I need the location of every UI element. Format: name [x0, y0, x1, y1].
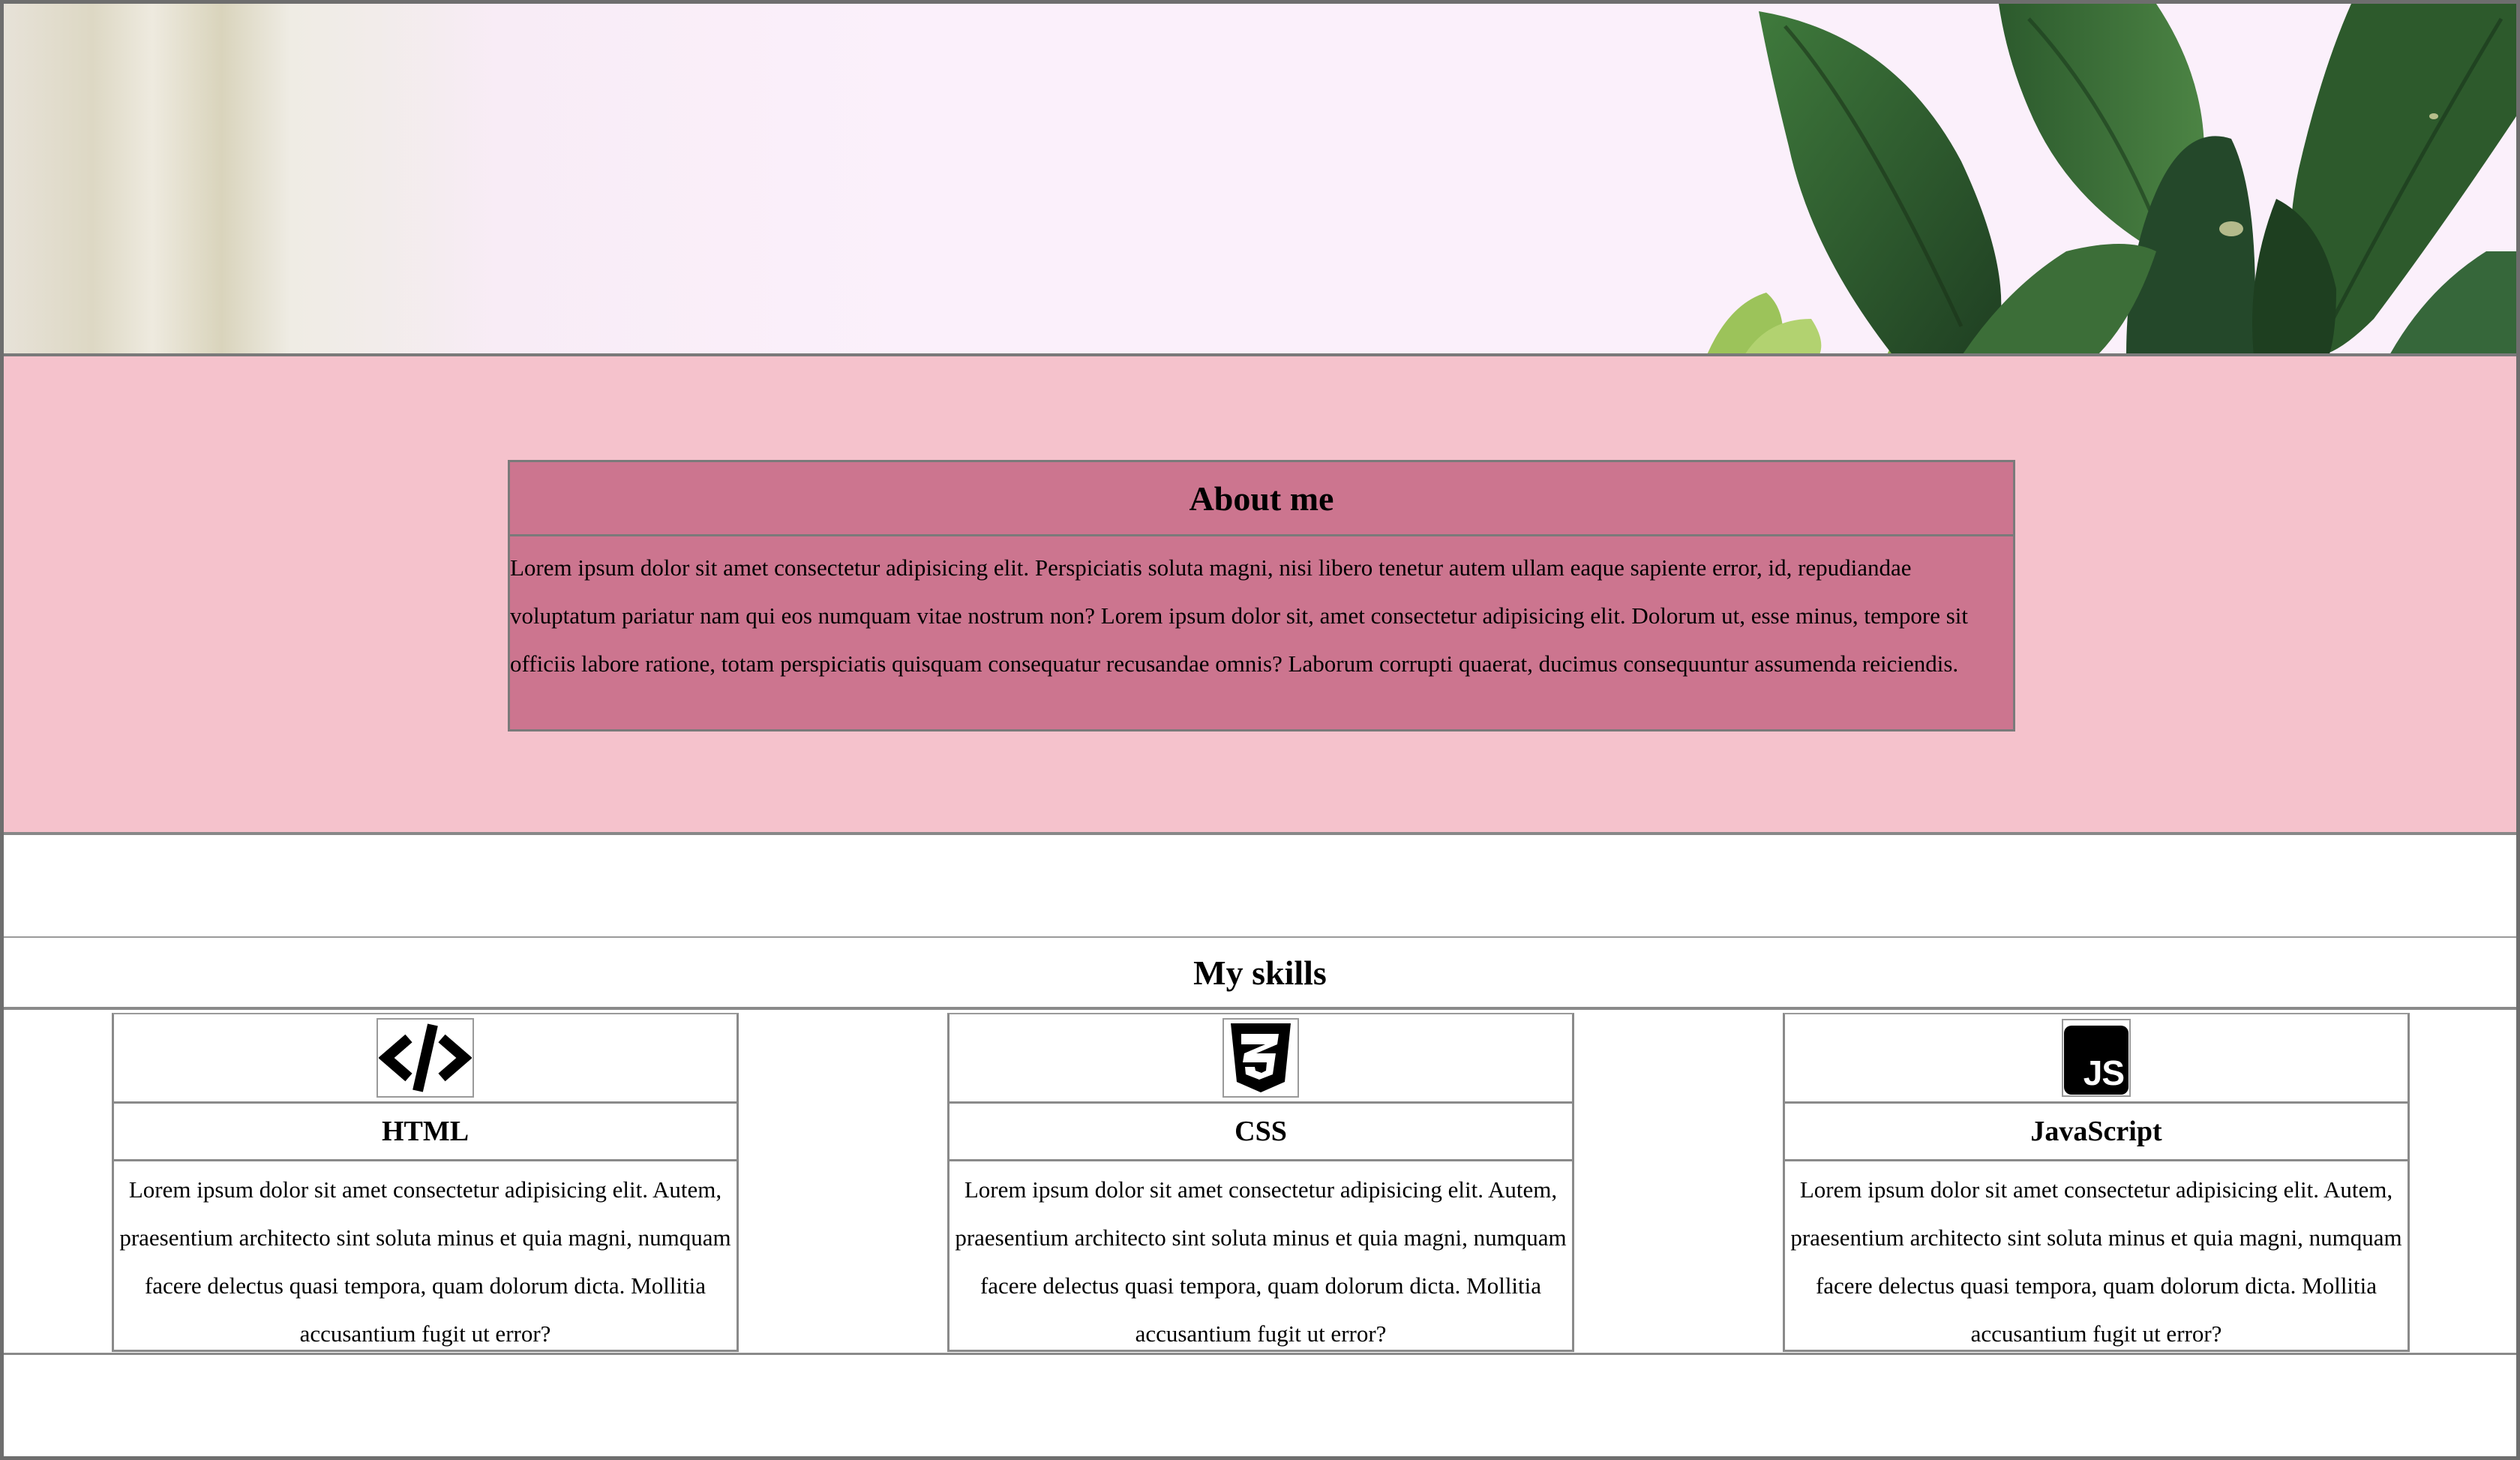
skill-card-javascript: JS JavaScript Lorem ipsum dolor sit amet…	[1783, 1013, 2410, 1352]
javascript-icon-label: JS	[2083, 1053, 2125, 1092]
skill-name: JavaScript	[1785, 1104, 2408, 1161]
skill-description: Lorem ipsum dolor sit amet consectetur a…	[955, 1176, 1567, 1347]
skill-card-css: CSS Lorem ipsum dolor sit amet consectet…	[947, 1013, 1574, 1352]
about-section: About me Lorem ipsum dolor sit amet cons…	[4, 356, 2516, 835]
skills-title: My skills	[4, 936, 2516, 1010]
hero-curtain-decoration	[4, 4, 499, 353]
plant-image	[1707, 4, 2516, 353]
skill-name: CSS	[950, 1104, 1572, 1161]
hero-banner	[4, 4, 2516, 356]
skill-description: Lorem ipsum dolor sit amet consectetur a…	[119, 1176, 731, 1347]
code-icon	[376, 1018, 474, 1098]
skill-icon-container	[114, 1014, 736, 1104]
about-card: About me Lorem ipsum dolor sit amet cons…	[508, 460, 2015, 732]
skill-description: Lorem ipsum dolor sit amet consectetur a…	[1790, 1176, 2402, 1347]
skill-icon-container	[950, 1014, 1572, 1104]
css3-icon	[1222, 1018, 1299, 1098]
about-title: About me	[510, 462, 2013, 536]
skill-card-html: HTML Lorem ipsum dolor sit amet consecte…	[112, 1013, 739, 1352]
about-text: Lorem ipsum dolor sit amet consectetur a…	[510, 554, 1969, 677]
skill-name: HTML	[114, 1104, 736, 1161]
skills-row: HTML Lorem ipsum dolor sit amet consecte…	[4, 1010, 2516, 1355]
skill-icon-container: JS	[1785, 1014, 2408, 1104]
javascript-icon: JS	[2062, 1019, 2131, 1097]
